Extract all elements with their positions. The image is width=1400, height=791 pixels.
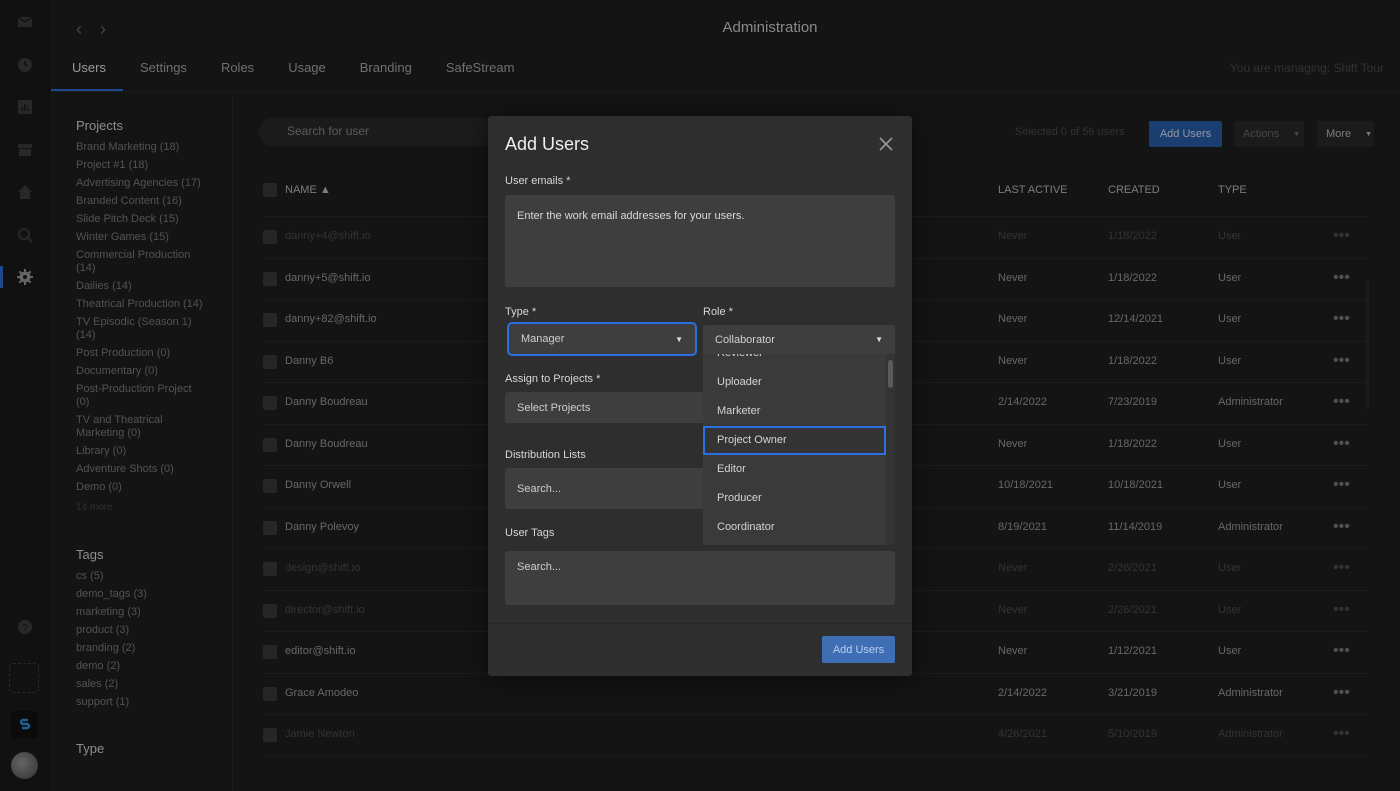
emails-label: User emails * (505, 175, 571, 187)
role-option[interactable]: Producer (703, 484, 886, 513)
assign-label: Assign to Projects * (505, 373, 601, 385)
app: ? ‹ › Administration Users Settings Role… (0, 0, 1400, 791)
tags-label: User Tags (505, 527, 555, 539)
dist-placeholder: Search... (517, 482, 562, 495)
role-option[interactable]: Marketer (703, 397, 886, 426)
role-option[interactable]: Editor (703, 455, 886, 484)
role-option[interactable]: Reviewer (703, 354, 886, 368)
role-option[interactable]: Uploader (703, 368, 886, 397)
tags-placeholder: Search... (517, 561, 562, 573)
submit-add-users-button[interactable]: Add Users (822, 636, 895, 663)
role-value: Collaborator (715, 333, 775, 346)
role-options-list: ReviewerUploaderMarketerProject OwnerEdi… (703, 354, 895, 545)
modal-divider (488, 623, 912, 624)
chevron-down-icon: ▼ (875, 335, 883, 344)
role-select[interactable]: Collaborator ▼ (703, 325, 895, 354)
role-option[interactable]: Coordinator (703, 513, 886, 542)
modal-title: Add Users (505, 134, 590, 154)
type-value: Manager (521, 333, 565, 345)
dropdown-scrollbar[interactable] (886, 354, 895, 545)
emails-textarea[interactable]: Enter the work email addresses for your … (505, 195, 895, 287)
role-option[interactable]: Project Owner (703, 426, 886, 455)
type-label: Type * (505, 306, 537, 318)
type-select[interactable]: Manager ▼ (507, 322, 697, 356)
user-tags-search-input[interactable]: Search... (505, 551, 895, 605)
assign-value: Select Projects (517, 401, 591, 414)
close-icon[interactable] (878, 136, 894, 152)
role-label: Role * (703, 306, 733, 318)
chevron-down-icon: ▼ (675, 334, 683, 344)
dist-label: Distribution Lists (505, 449, 586, 461)
add-users-modal: Add Users User emails * Enter the work e… (488, 116, 912, 676)
